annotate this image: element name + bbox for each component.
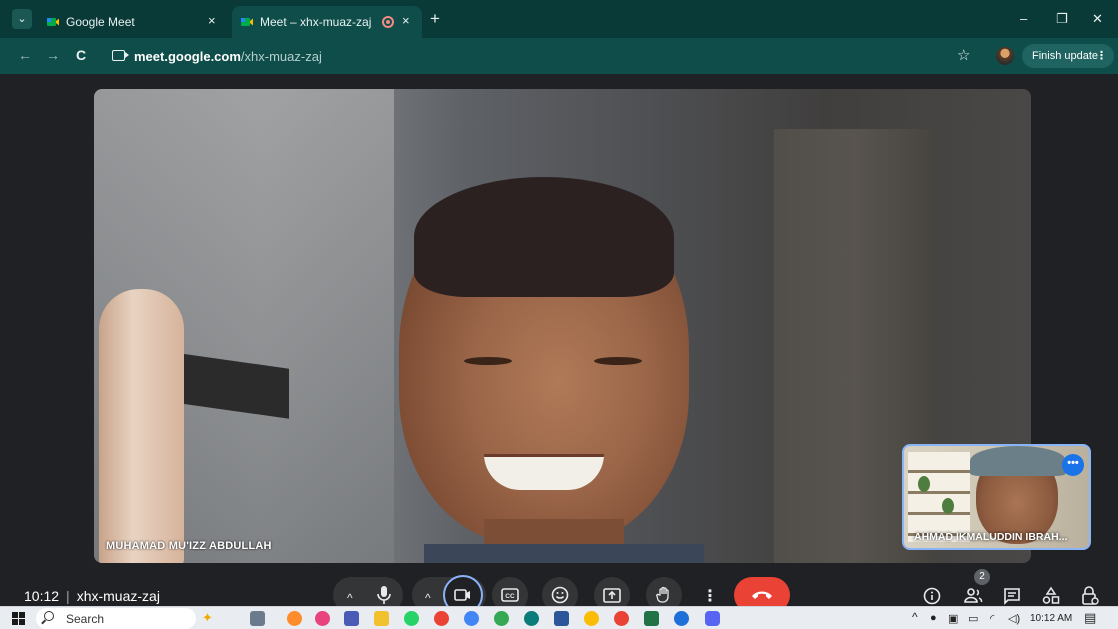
chat-icon[interactable] <box>1003 587 1021 605</box>
opera-icon[interactable] <box>315 611 330 626</box>
tab-title: Meet – xhx-muaz-zaj <box>260 15 372 29</box>
host-controls-icon[interactable] <box>1080 585 1100 606</box>
taskbar-search[interactable]: Search ✦ <box>36 608 213 629</box>
restore-icon[interactable]: ❐ <box>1056 11 1068 27</box>
pip-plant <box>918 476 930 492</box>
chrome-profile-icon[interactable] <box>494 611 509 626</box>
finish-update-button[interactable]: Finish update ⋮ <box>1022 44 1114 68</box>
windows-taskbar: Search ✦ ^ ● ▣ ▭ ◜ ◁) 10:12 AM ▤ <box>0 606 1118 629</box>
tray-wifi-icon[interactable]: ◜ <box>990 612 994 625</box>
chrome-profile-icon[interactable] <box>614 611 629 626</box>
emoji-icon <box>551 586 569 604</box>
meet-stage: MUHAMAD MU'IZZ ABDULLAH ••• AHMAD IKMALU… <box>0 74 1118 615</box>
end-call-icon <box>752 591 772 599</box>
meet-favicon-icon <box>47 18 59 26</box>
address-bar[interactable]: meet.google.com/xhx-muaz-zaj <box>102 43 982 69</box>
more-options-icon[interactable]: ⋮ <box>702 586 718 606</box>
tab-close-icon[interactable]: × <box>208 13 216 28</box>
microphone-icon[interactable] <box>374 584 394 606</box>
participant-shirt <box>424 544 704 563</box>
svg-text:CC: CC <box>505 593 515 600</box>
participant-eye <box>464 357 512 365</box>
recording-indicator-icon <box>382 16 394 28</box>
meeting-code: xhx-muaz-zaj <box>76 588 160 604</box>
tab-search-button[interactable]: ⌄ <box>12 9 32 29</box>
tray-mic-icon[interactable]: ● <box>930 612 937 624</box>
pip-more-options-icon[interactable]: ••• <box>1062 454 1084 476</box>
back-icon[interactable]: ← <box>18 47 32 63</box>
close-window-icon[interactable]: ✕ <box>1092 11 1103 27</box>
browser-tab-strip: ⌄ Google Meet × Meet – xhx-muaz-zaj × + … <box>0 0 1118 38</box>
self-view-tile[interactable]: ••• AHMAD IKMALUDDIN IBRAH... <box>902 444 1091 550</box>
profile-avatar[interactable] <box>996 47 1014 65</box>
separator: | <box>66 588 70 604</box>
windows-start-icon[interactable] <box>12 612 25 625</box>
tray-app-icon[interactable]: ▣ <box>948 612 958 625</box>
task-view-icon[interactable] <box>250 611 265 626</box>
captions-icon: CC <box>501 588 519 602</box>
meeting-details-icon[interactable] <box>923 587 941 605</box>
present-icon <box>603 588 621 603</box>
tab-meet-call[interactable]: Meet – xhx-muaz-zaj × <box>232 6 422 38</box>
people-icon[interactable] <box>963 587 983 605</box>
excel-icon[interactable] <box>644 611 659 626</box>
forward-icon[interactable]: → <box>46 47 60 63</box>
chrome-profile-icon[interactable] <box>584 611 599 626</box>
tray-battery-icon[interactable]: ▭ <box>968 612 978 625</box>
thumbs-up-hand <box>99 289 184 563</box>
main-participant-name: MUHAMAD MU'IZZ ABDULLAH <box>106 540 272 552</box>
participant-count-badge: 2 <box>974 569 990 585</box>
raise-hand-icon <box>656 586 669 603</box>
bookmark-star-icon[interactable]: ☆ <box>957 46 970 64</box>
main-video-tile[interactable]: MUHAMAD MU'IZZ ABDULLAH <box>94 89 1031 563</box>
participant-hair <box>414 177 674 297</box>
chrome-icon[interactable] <box>434 611 449 626</box>
whatsapp-icon[interactable] <box>404 611 419 626</box>
reload-icon[interactable]: C <box>76 47 86 63</box>
meet-favicon-icon <box>241 18 253 26</box>
pip-background-shelves <box>908 452 970 542</box>
tray-volume-icon[interactable]: ◁) <box>1008 612 1020 625</box>
participant-eye <box>594 357 642 365</box>
camera-icon <box>454 589 470 601</box>
edge-icon[interactable] <box>524 611 539 626</box>
minimize-icon[interactable]: – <box>1020 11 1027 26</box>
chrome-profile-icon[interactable] <box>464 611 479 626</box>
search-placeholder: Search <box>66 612 105 626</box>
participant-smile <box>484 454 604 490</box>
notifications-icon[interactable]: ▤ <box>1084 610 1096 626</box>
tray-clock[interactable]: 10:12 AM <box>1030 613 1072 624</box>
store-icon[interactable] <box>344 611 359 626</box>
camera-options-icon[interactable]: ^ <box>425 591 431 605</box>
tab-google-meet[interactable]: Google Meet × <box>38 6 230 38</box>
pip-participant-name: AHMAD IKMALUDDIN IBRAH... <box>914 531 1068 543</box>
file-explorer-icon[interactable] <box>374 611 389 626</box>
url-text: meet.google.com/xhx-muaz-zaj <box>134 49 322 64</box>
browser-toolbar: ← → C meet.google.com/xhx-muaz-zaj ☆ Fin… <box>0 38 1118 74</box>
widgets-icon[interactable] <box>287 611 302 626</box>
tray-overflow-icon[interactable]: ^ <box>912 610 918 624</box>
tab-title: Google Meet <box>66 15 135 29</box>
meeting-info: 10:12 | xhx-muaz-zaj <box>24 588 160 604</box>
discord-icon[interactable] <box>705 611 720 626</box>
search-icon <box>44 611 54 621</box>
mic-options-icon[interactable]: ^ <box>347 591 353 605</box>
new-tab-button[interactable]: + <box>430 10 440 27</box>
word-icon[interactable] <box>554 611 569 626</box>
site-info-icon[interactable] <box>112 50 129 61</box>
app-icon[interactable] <box>674 611 689 626</box>
activities-icon[interactable] <box>1041 586 1061 606</box>
browser-menu-icon[interactable]: ⋮ <box>1096 44 1107 68</box>
meeting-time: 10:12 <box>24 588 60 604</box>
copilot-sparkle-icon: ✦ <box>202 610 213 625</box>
pip-participant-cap <box>970 446 1066 476</box>
screen: ⌄ Google Meet × Meet – xhx-muaz-zaj × + … <box>0 0 1118 629</box>
pip-plant <box>942 498 954 514</box>
tab-close-icon[interactable]: × <box>402 13 410 28</box>
